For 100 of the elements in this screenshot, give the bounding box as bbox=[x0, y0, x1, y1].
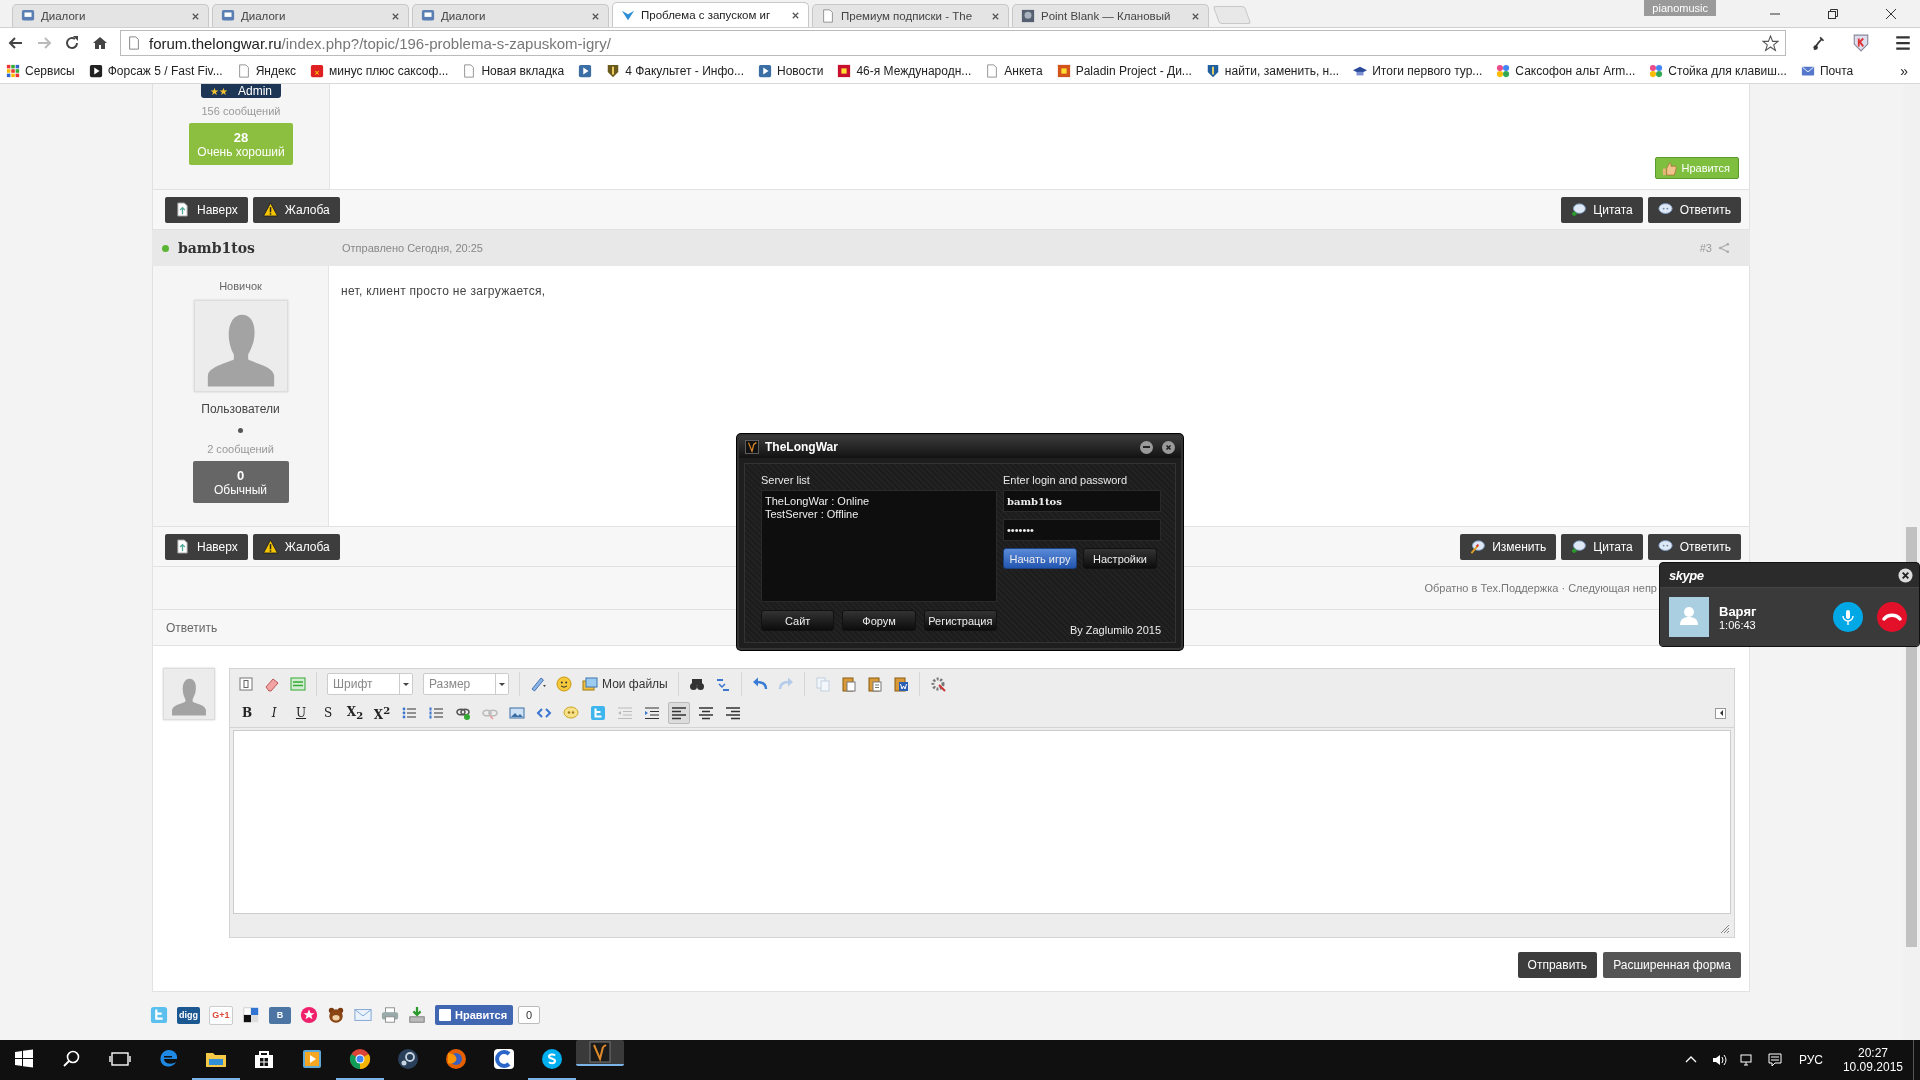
bookmark[interactable]: Яндекс bbox=[236, 63, 297, 78]
eraser-icon[interactable] bbox=[264, 676, 280, 692]
digg-badge[interactable]: digg bbox=[177, 1006, 200, 1024]
top-button[interactable]: Наверх bbox=[165, 533, 248, 560]
dropdown[interactable]: Размер bbox=[423, 673, 509, 695]
close-icon[interactable] bbox=[1885, 8, 1897, 20]
template-icon[interactable] bbox=[290, 676, 306, 692]
paste-text-icon[interactable] bbox=[866, 676, 883, 692]
replace-icon[interactable] bbox=[714, 676, 731, 692]
quote-button[interactable]: Цитата bbox=[1561, 196, 1643, 223]
speaker-icon[interactable] bbox=[1710, 1052, 1727, 1068]
home-icon[interactable] bbox=[92, 35, 108, 51]
topic-navigation[interactable]: Обратно в Тех.Поддержка · Следующая непр bbox=[1424, 582, 1657, 594]
network-icon[interactable] bbox=[1738, 1052, 1755, 1068]
close-icon[interactable] bbox=[991, 11, 1000, 21]
send-button[interactable]: Отправить bbox=[1517, 952, 1598, 978]
browser-tab[interactable]: Диалоги bbox=[212, 4, 409, 27]
reply-button[interactable]: Ответить bbox=[1647, 196, 1741, 223]
undo-icon[interactable] bbox=[751, 676, 768, 692]
printer-icon[interactable] bbox=[381, 1006, 399, 1024]
superscript-button[interactable]: X$^{2}$ bbox=[371, 702, 393, 724]
reply-button[interactable]: Ответить bbox=[1647, 533, 1741, 560]
minimize-button[interactable] bbox=[1140, 440, 1153, 454]
bookmark[interactable]: 46-я Международн... bbox=[837, 63, 972, 78]
smiley-icon[interactable] bbox=[556, 676, 572, 692]
launcher-link-button[interactable]: Форум bbox=[842, 610, 916, 631]
close-icon[interactable] bbox=[391, 11, 400, 21]
close-button[interactable] bbox=[1162, 440, 1175, 454]
bookmark[interactable]: Новая вкладка bbox=[462, 63, 565, 78]
source-icon[interactable] bbox=[238, 676, 254, 692]
collapse-toolbar-icon[interactable] bbox=[1715, 707, 1726, 719]
delicious-icon[interactable] bbox=[242, 1006, 260, 1024]
bookmark[interactable]: Почта bbox=[1800, 63, 1854, 78]
bookmark[interactable]: Стойка для клавиш... bbox=[1649, 63, 1787, 78]
login-field[interactable]: bamb1tos bbox=[1003, 490, 1161, 512]
bookmark[interactable]: минус плюс саксоф... bbox=[310, 63, 449, 78]
vk-badge[interactable]: B bbox=[269, 1006, 291, 1024]
report-button[interactable]: Жалоба bbox=[252, 196, 340, 223]
launcher-button[interactable] bbox=[576, 1040, 624, 1066]
italic-button[interactable]: I bbox=[263, 702, 285, 724]
password-field[interactable]: ••••••• bbox=[1003, 519, 1161, 541]
bookmark[interactable]: Paladin Project - Ди... bbox=[1056, 63, 1192, 78]
bookmark[interactable]: Форсаж 5 / Fast Fiv... bbox=[88, 63, 223, 78]
quote-button[interactable]: Цитата bbox=[1561, 533, 1643, 560]
gear-icon[interactable] bbox=[929, 676, 946, 692]
launcher-link-button[interactable]: Сайт bbox=[761, 610, 835, 631]
message-field[interactable] bbox=[233, 730, 1731, 914]
shield-icon[interactable] bbox=[1852, 34, 1870, 52]
bookmark[interactable]: Саксофон альт Arm... bbox=[1496, 63, 1636, 78]
binoculars-icon[interactable] bbox=[688, 676, 705, 692]
browser-tab[interactable]: Диалоги bbox=[12, 4, 209, 27]
keyboard-language[interactable]: РУС bbox=[1798, 1053, 1823, 1067]
report-button[interactable]: Жалоба bbox=[252, 533, 340, 560]
paste-icon[interactable] bbox=[840, 676, 857, 692]
align-left-button[interactable] bbox=[668, 702, 690, 724]
server-item[interactable]: TheLongWar : Online bbox=[765, 495, 993, 508]
server-item[interactable]: TestServer : Offline bbox=[765, 508, 993, 521]
restore-icon[interactable] bbox=[1827, 8, 1839, 20]
edit-button[interactable]: Изменить bbox=[1460, 533, 1557, 560]
clock[interactable]: 20:27 10.09.2015 bbox=[1842, 1040, 1903, 1080]
files-button[interactable]: Мои файлы bbox=[582, 676, 668, 692]
advanced-form-button[interactable]: Расширенная форма bbox=[1603, 952, 1741, 978]
facebook-like-button[interactable]: Нравится bbox=[435, 1005, 514, 1025]
download-icon[interactable] bbox=[408, 1006, 426, 1024]
paste-word-icon[interactable] bbox=[892, 676, 909, 692]
bookmark[interactable]: Итоги первого тур... bbox=[1353, 63, 1483, 78]
url-field[interactable]: forum.thelongwar.ru/index.php?/topic/196-problema-s-zapuskom-igry/ bbox=[120, 30, 1786, 56]
browser-tab[interactable]: Point Blank — Клановый bbox=[1012, 4, 1209, 27]
close-icon[interactable] bbox=[1191, 11, 1200, 21]
settings-button[interactable]: Настройки bbox=[1083, 548, 1157, 569]
subscript-button[interactable]: X$_{2}$ bbox=[344, 702, 366, 724]
star-icon[interactable] bbox=[1762, 34, 1779, 52]
google-plus-badge[interactable]: G+1 bbox=[209, 1005, 233, 1025]
microphone-button[interactable] bbox=[1833, 602, 1863, 632]
reload-icon[interactable] bbox=[64, 35, 80, 51]
more-bookmarks-button[interactable]: » bbox=[1900, 62, 1914, 79]
bookmark[interactable]: Анкета bbox=[985, 63, 1043, 78]
close-icon[interactable] bbox=[591, 11, 600, 21]
menu-icon[interactable] bbox=[1894, 34, 1912, 52]
bear-icon[interactable] bbox=[327, 1006, 345, 1024]
resize-grip-icon[interactable] bbox=[1720, 924, 1730, 934]
close-icon[interactable] bbox=[791, 10, 800, 20]
bookmark[interactable]: найти, заменить, н... bbox=[1205, 63, 1340, 78]
bookmark[interactable]: 4 Факультет - Инфо... bbox=[606, 63, 744, 78]
browser-tab[interactable]: Премиум подписки - The bbox=[812, 4, 1009, 27]
bookmark[interactable]: Новости bbox=[757, 63, 824, 78]
notifications-icon[interactable] bbox=[1766, 1052, 1783, 1068]
browser-tab[interactable]: Диалоги bbox=[412, 4, 609, 27]
strikethrough-button[interactable]: S bbox=[317, 702, 339, 724]
dropdown[interactable]: Шрифт bbox=[327, 673, 413, 695]
underline-button[interactable]: U bbox=[290, 702, 312, 724]
close-icon[interactable] bbox=[191, 11, 200, 21]
launcher-link-button[interactable]: Регистрация bbox=[923, 610, 997, 631]
top-button[interactable]: Наверх bbox=[165, 196, 248, 223]
hang-up-button[interactable] bbox=[1877, 602, 1907, 632]
bold-button[interactable]: B bbox=[236, 702, 258, 724]
browser-tab[interactable]: Проблема с запуском иг bbox=[612, 2, 809, 27]
back-icon[interactable] bbox=[8, 35, 24, 51]
author-name[interactable]: bamb1tos bbox=[178, 240, 255, 256]
close-icon[interactable] bbox=[1898, 567, 1913, 583]
